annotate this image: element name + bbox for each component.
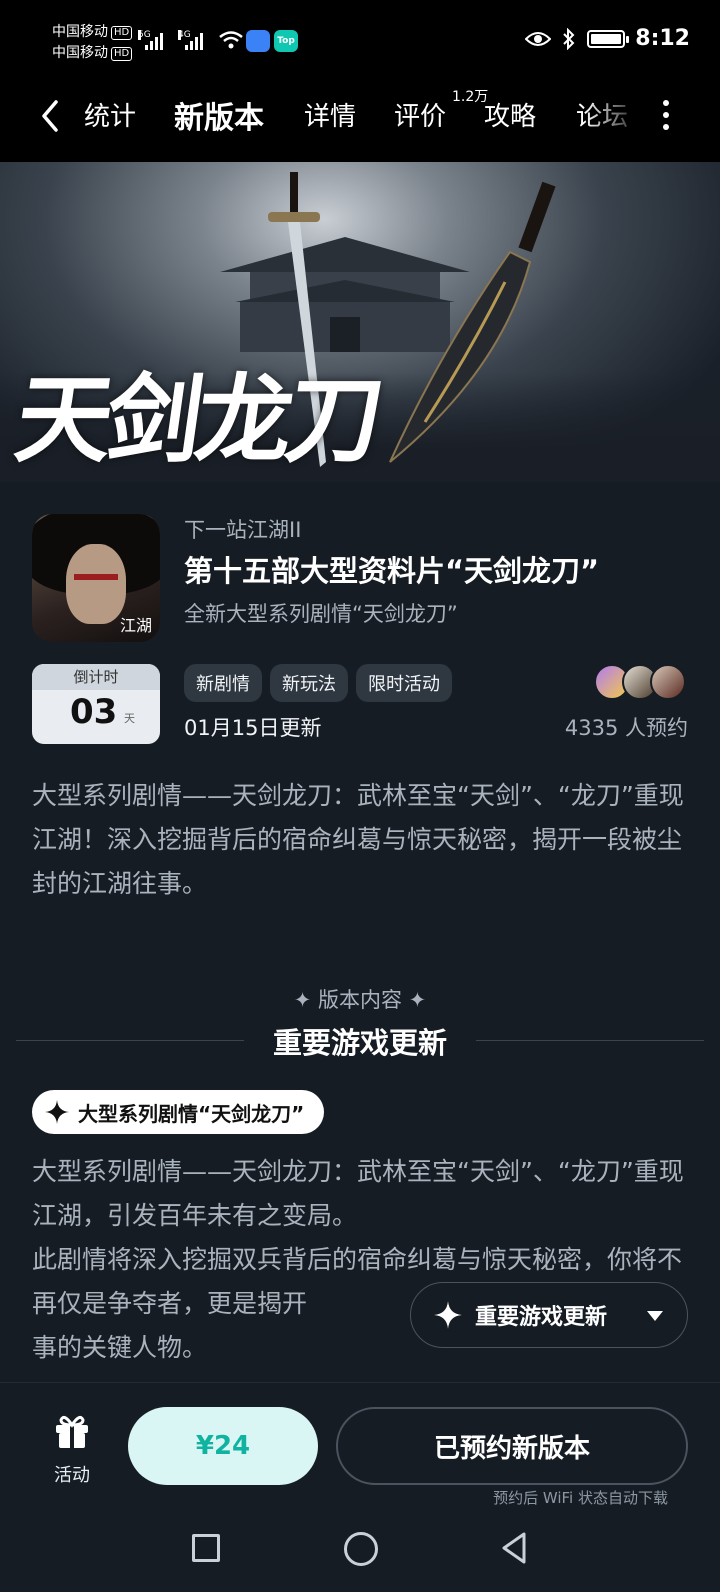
sparkle-icon <box>45 1100 69 1124</box>
version-subhead: 全新大型系列剧情“天剑龙刀” <box>184 602 458 626</box>
top-app-icon: Top <box>274 30 298 52</box>
tag-list: 新剧情 新玩法 限时活动 <box>184 664 452 702</box>
bottom-action-bar: 活动 ¥24 已预约新版本 预约后 WiFi 状态自动下载 <box>0 1382 720 1512</box>
game-icon-logo: 江湖 <box>119 616 152 635</box>
tag-new-story: 新剧情 <box>184 664 262 702</box>
recents-icon[interactable] <box>192 1534 220 1562</box>
countdown-days: 03 <box>70 692 118 732</box>
battery-icon <box>587 29 630 48</box>
version-headline: 第十五部大型资料片“天剑龙刀” <box>184 554 600 588</box>
reserver-avatars <box>594 664 690 702</box>
avatar <box>650 664 686 700</box>
section-jump-label: 重要游戏更新 <box>475 1305 608 1330</box>
system-navigation <box>0 1512 720 1592</box>
tab-details[interactable]: 详情 <box>304 96 356 133</box>
section-kicker: ✦ 版本内容 ✦ <box>293 988 427 1012</box>
signal-4g-icon: 4G <box>178 30 203 50</box>
carrier-1: 中国移动 <box>52 24 108 40</box>
version-content: 江湖 下一站江湖II 第十五部大型资料片“天剑龙刀” 全新大型系列剧情“天剑龙刀… <box>0 482 720 1382</box>
home-icon[interactable] <box>344 1532 378 1566</box>
section-title: 重要游戏更新 <box>272 1026 447 1060</box>
tab-fade <box>584 96 644 142</box>
hd-badge: HD <box>111 26 133 40</box>
clock: 8:12 <box>635 26 690 51</box>
blade-illustration <box>389 181 556 463</box>
wifi-icon <box>219 31 243 49</box>
hero-banner: 天剑龙刀 <box>0 162 720 482</box>
countdown-label: 倒计时 <box>32 664 160 690</box>
bluetooth-icon <box>563 27 575 50</box>
tag-limited-event: 限时活动 <box>356 664 452 702</box>
countdown-card: 倒计时 03 天 <box>32 664 160 744</box>
feature-pill: 大型系列剧情“天剑龙刀” <box>32 1090 325 1134</box>
game-name[interactable]: 下一站江湖II <box>184 514 301 544</box>
status-bar: 中国移动 HD 中国移动 HD 5G 4G Top 8:12 <box>0 0 720 82</box>
gift-icon <box>56 1415 88 1448</box>
hd-badge: HD <box>111 47 133 61</box>
section-jump-button[interactable]: 重要游戏更新 <box>410 1282 688 1348</box>
tab-guides[interactable]: 攻略 <box>484 96 536 133</box>
divider <box>476 1040 704 1041</box>
app-notification-icon <box>246 30 270 52</box>
signal-5g-icon: 5G <box>138 30 163 50</box>
tab-reviews[interactable]: 评价 <box>394 96 446 133</box>
reserved-button[interactable]: 已预约新版本 <box>336 1407 688 1485</box>
countdown-unit: 天 <box>124 712 135 725</box>
back-arrow-icon[interactable] <box>36 96 66 136</box>
sparkle-icon <box>434 1301 462 1329</box>
carrier-info: 中国移动 HD 中国移动 HD <box>52 22 133 64</box>
feature-body-line: 大型系列剧情——天剑龙刀：武林至宝“天剑”、“龙刀”重现江湖，引发百年未有之变局… <box>32 1157 684 1230</box>
section-header: 重要游戏更新 <box>16 1020 704 1060</box>
version-description: 大型系列剧情——天剑龙刀：武林至宝“天剑”、“龙刀”重现江湖！深入挖掘背后的宿命… <box>32 781 684 898</box>
tag-new-gameplay: 新玩法 <box>270 664 348 702</box>
update-date: 01月15日更新 <box>184 716 322 740</box>
reserve-count: 4335 人预约 <box>564 716 688 740</box>
wifi-download-note: 预约后 WiFi 状态自动下载 <box>493 1489 668 1507</box>
banner-title-art: 天剑龙刀 <box>8 363 385 476</box>
back-triangle-icon[interactable] <box>498 1530 530 1566</box>
feature-pill-label: 大型系列剧情“天剑龙刀” <box>78 1101 305 1126</box>
tab-new-version[interactable]: 新版本 <box>170 96 268 142</box>
review-count-badge: 1.2万 <box>452 89 489 105</box>
tab-stats[interactable]: 统计 <box>84 96 136 133</box>
caret-down-icon <box>647 1311 663 1321</box>
more-options-icon[interactable] <box>662 100 670 130</box>
carrier-2: 中国移动 <box>52 45 108 61</box>
eye-icon <box>525 31 552 46</box>
activity-button[interactable]: 活动 <box>40 1411 104 1487</box>
activity-label: 活动 <box>54 1465 90 1486</box>
buy-price-button[interactable]: ¥24 <box>128 1407 318 1485</box>
tab-strip: 统计 新版本 详情 评价 攻略 论坛 <box>84 96 644 142</box>
top-nav: 统计 新版本 详情 评价 攻略 论坛 1.2万 <box>0 82 720 162</box>
game-icon[interactable]: 江湖 <box>32 514 160 642</box>
